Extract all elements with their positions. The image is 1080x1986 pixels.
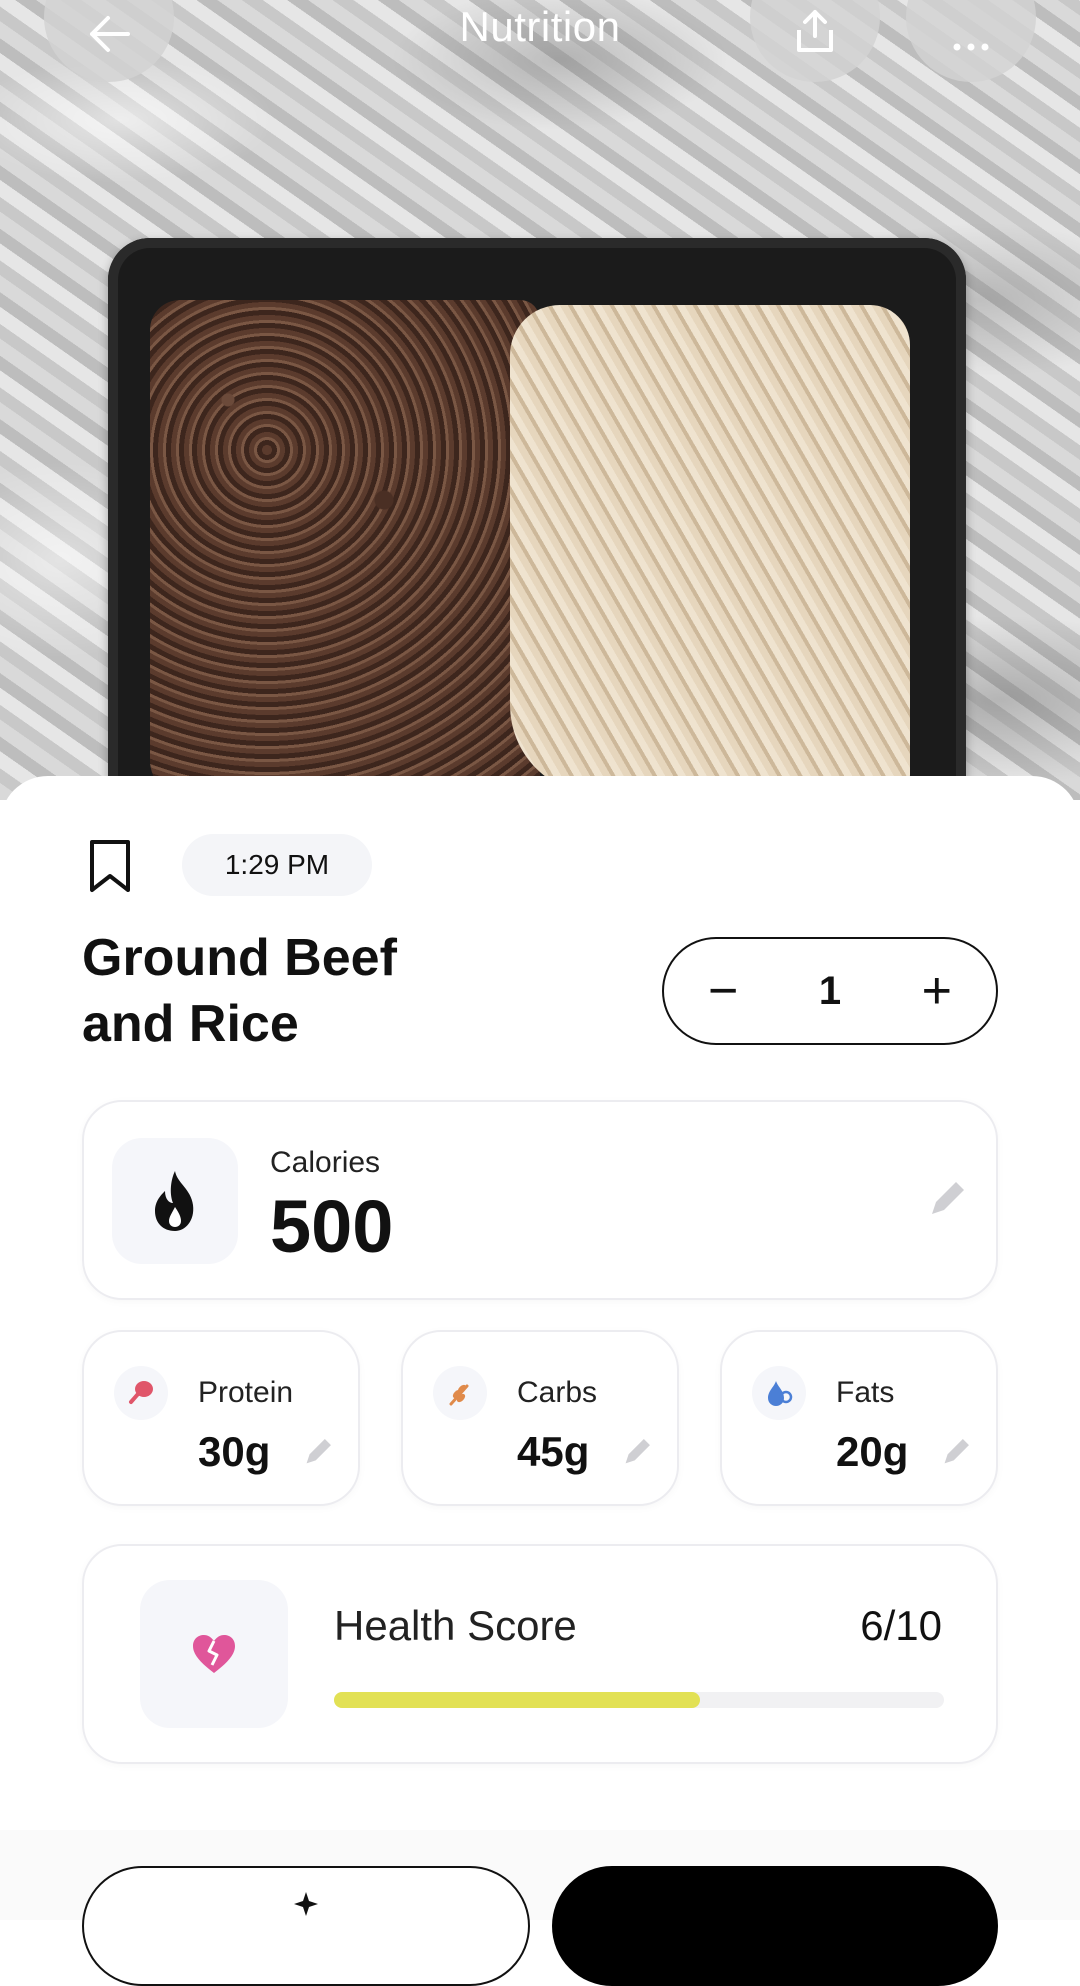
- carbs-value: 45g: [517, 1428, 590, 1475]
- calories-value: 500: [270, 1185, 394, 1268]
- broken-heart-icon: [193, 1635, 235, 1673]
- health-score-icon-tile: [140, 1580, 288, 1728]
- health-score-bar: [334, 1692, 944, 1708]
- fats-label: Fats: [836, 1376, 895, 1409]
- drumstick-shape: [129, 1381, 153, 1404]
- edit-protein-pencil-icon[interactable]: [302, 1436, 334, 1468]
- health-score-label: Health Score: [334, 1602, 577, 1649]
- meal-title-line-1: Ground Beef: [82, 929, 397, 987]
- meal-time: 1:29 PM: [182, 834, 372, 896]
- wheat-icon: [433, 1366, 487, 1420]
- decrement-button[interactable]: −: [708, 965, 738, 1017]
- edit-fats-pencil-icon[interactable]: [940, 1436, 972, 1468]
- flame-icon: [155, 1171, 194, 1231]
- protein-value: 30g: [198, 1428, 271, 1475]
- fats-card[interactable]: [720, 1330, 998, 1506]
- health-score-bar-fill: [334, 1692, 700, 1708]
- carbs-card[interactable]: [401, 1330, 679, 1506]
- quantity-value: 1: [818, 968, 842, 1013]
- wheat-shape: [449, 1384, 469, 1406]
- increment-button[interactable]: +: [922, 965, 952, 1017]
- edit-calories-pencil-icon[interactable]: [926, 1178, 968, 1220]
- done-button[interactable]: [552, 1866, 998, 1986]
- edit-carbs-pencil-icon[interactable]: [621, 1436, 653, 1468]
- calories-label: Calories: [270, 1146, 381, 1179]
- fats-value: 20g: [836, 1428, 909, 1475]
- droplet-shape: [768, 1381, 793, 1406]
- calories-icon-tile: [112, 1138, 238, 1264]
- carbs-label: Carbs: [517, 1376, 598, 1409]
- rice-portion: [510, 305, 910, 795]
- sparkle-icon: [294, 1892, 318, 1916]
- meal-photo: [0, 0, 1080, 800]
- bookmark-icon[interactable]: [88, 838, 132, 894]
- quantity-stepper: − 1 +: [662, 937, 998, 1045]
- more-dots-icon: [953, 43, 989, 51]
- droplet-icon: [752, 1366, 806, 1420]
- meal-title-line-2: and Rice: [82, 995, 299, 1053]
- share-icon: [797, 10, 833, 52]
- drumstick-icon: [114, 1366, 168, 1420]
- health-score-value: 6/10: [860, 1602, 942, 1649]
- fix-results-button[interactable]: [82, 1866, 530, 1986]
- ground-beef-portion: [150, 300, 540, 800]
- protein-label: Protein: [198, 1376, 294, 1409]
- meal-title[interactable]: Ground Beef and Rice: [82, 925, 502, 1057]
- protein-card[interactable]: [82, 1330, 360, 1506]
